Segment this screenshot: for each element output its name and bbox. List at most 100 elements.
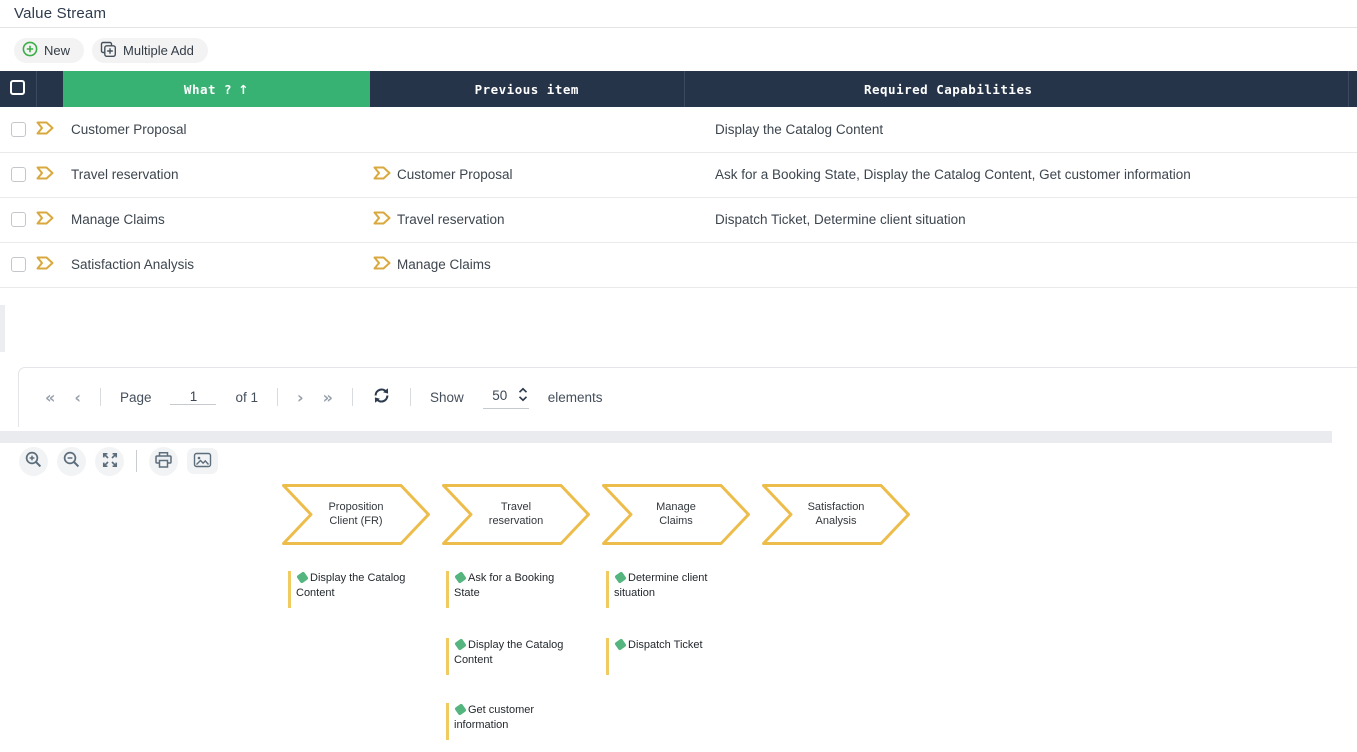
refresh-button[interactable]: [372, 386, 391, 409]
value-stream-chevron-icon: [373, 211, 391, 228]
refresh-icon: [372, 386, 391, 409]
new-button[interactable]: New: [14, 38, 84, 63]
diagram-stage[interactable]: Manage Claims: [602, 484, 750, 545]
stacked-plus-squares-icon: [100, 41, 117, 61]
divider: [277, 388, 278, 406]
what-cell[interactable]: Manage Claims: [63, 197, 370, 242]
previous-item-cell[interactable]: Customer Proposal: [370, 152, 684, 197]
stage-label: Satisfaction Analysis: [800, 484, 872, 545]
divider: [100, 388, 101, 406]
divider: [410, 388, 411, 406]
action-toolbar: New Multiple Add: [0, 28, 1357, 71]
export-image-button[interactable]: [187, 448, 218, 474]
value-stream-chevron-icon: [36, 211, 54, 228]
diagram-scrollbar-track[interactable]: [0, 431, 1332, 443]
stage-label: Proposition Client (FR): [320, 484, 392, 545]
row-checkbox[interactable]: [11, 122, 26, 137]
page-number-input[interactable]: [170, 389, 216, 405]
header-filler-end: [1348, 71, 1357, 107]
zoom-in-button[interactable]: [19, 447, 48, 476]
row-checkbox[interactable]: [11, 257, 26, 272]
capability-item[interactable]: Ask for a Booking State: [446, 571, 568, 608]
page-size-input[interactable]: [483, 388, 517, 403]
multiple-add-button[interactable]: Multiple Add: [92, 38, 208, 63]
value-stream-chevron-icon: [373, 166, 391, 183]
capability-diamond-icon: [454, 703, 467, 716]
capability-item[interactable]: Determine client situation: [606, 571, 728, 608]
print-button[interactable]: [149, 447, 178, 476]
show-label: Show: [430, 390, 464, 405]
row-checkbox[interactable]: [11, 212, 26, 227]
page-label: Page: [120, 390, 152, 405]
capabilities-cell: [684, 242, 1357, 287]
column-header-previous-item[interactable]: Previous item: [370, 71, 684, 107]
magnifier-plus-icon: [24, 450, 43, 472]
row-checkbox-cell: [0, 242, 36, 287]
capability-item[interactable]: Dispatch Ticket: [606, 638, 728, 675]
diagram-stage[interactable]: Travel reservation: [442, 484, 590, 545]
what-cell[interactable]: Customer Proposal: [63, 107, 370, 152]
elements-label: elements: [548, 390, 603, 405]
what-cell[interactable]: Satisfaction Analysis: [63, 242, 370, 287]
diagram-stage[interactable]: Proposition Client (FR): [282, 484, 430, 545]
diagram-stage[interactable]: Satisfaction Analysis: [762, 484, 910, 545]
first-page-button[interactable]: «: [45, 388, 55, 407]
stage-label: Travel reservation: [480, 484, 552, 545]
what-cell[interactable]: Travel reservation: [63, 152, 370, 197]
column-header-what[interactable]: What ?↑: [63, 71, 370, 107]
header-filler: [1212, 71, 1348, 107]
last-page-button[interactable]: »: [323, 388, 333, 407]
capability-diamond-icon: [614, 571, 627, 584]
value-stream-chevron-icon: [36, 166, 54, 183]
page-title: Value Stream: [14, 5, 1343, 22]
next-page-button[interactable]: ›: [297, 388, 304, 407]
capabilities-cell: Display the Catalog Content: [684, 107, 1357, 152]
select-all-cell: [0, 71, 36, 107]
row-checkbox-cell: [0, 197, 36, 242]
page-size-stepper[interactable]: [483, 386, 529, 409]
value-stream-diagram: Proposition Client (FR) Travel reservati…: [0, 479, 1357, 752]
value-stream-table: What ?↑ Previous item Required Capabilit…: [0, 71, 1357, 288]
capability-label: Determine client situation: [614, 572, 707, 599]
table-row[interactable]: Customer Proposal Display the Catalog Co…: [0, 107, 1357, 152]
capability-item[interactable]: Get customer information: [446, 703, 568, 740]
row-marker-cell: [36, 107, 63, 152]
new-button-label: New: [44, 43, 70, 58]
multiple-add-button-label: Multiple Add: [123, 43, 194, 58]
printer-icon: [154, 451, 173, 472]
value-stream-chevron-icon: [36, 256, 54, 273]
table-row[interactable]: Travel reservation Customer Proposal Ask…: [0, 152, 1357, 197]
select-all-checkbox[interactable]: [10, 80, 25, 95]
table-row[interactable]: Manage Claims Travel reservation Dispatc…: [0, 197, 1357, 242]
stage-label: Manage Claims: [640, 484, 712, 545]
previous-item-label: Travel reservation: [397, 212, 505, 227]
capability-label: Dispatch Ticket: [628, 639, 703, 651]
column-header-previous-label: Previous item: [475, 82, 579, 97]
diagram-toolbar: [19, 447, 1357, 476]
value-stream-chevron-icon: [373, 256, 391, 273]
column-header-required-capabilities[interactable]: Required Capabilities: [684, 71, 1212, 107]
previous-item-cell: [370, 107, 684, 152]
previous-item-cell[interactable]: Travel reservation: [370, 197, 684, 242]
table-row[interactable]: Satisfaction Analysis Manage Claims: [0, 242, 1357, 287]
plus-circle-icon: [22, 41, 38, 60]
previous-page-button[interactable]: ‹: [74, 388, 81, 407]
capabilities-cell: Ask for a Booking State, Display the Cat…: [684, 152, 1357, 197]
fit-to-screen-button[interactable]: [95, 447, 124, 476]
row-checkbox[interactable]: [11, 167, 26, 182]
previous-item-cell[interactable]: Manage Claims: [370, 242, 684, 287]
scrollbar-sliver: [0, 305, 5, 352]
zoom-out-button[interactable]: [57, 447, 86, 476]
pagination-bar: « ‹ Page of 1 › » Show elements: [18, 367, 1357, 427]
page-header: Value Stream: [0, 0, 1357, 28]
column-header-what-label: What ?: [184, 82, 232, 97]
row-checkbox-cell: [0, 107, 36, 152]
row-marker-cell: [36, 242, 63, 287]
row-checkbox-cell: [0, 152, 36, 197]
expand-arrows-icon: [101, 451, 119, 472]
capability-item[interactable]: Display the Catalog Content: [288, 571, 410, 608]
page-count-label: of 1: [235, 390, 258, 405]
capability-label: Ask for a Booking State: [454, 572, 554, 599]
capabilities-cell: Dispatch Ticket, Determine client situat…: [684, 197, 1357, 242]
capability-item[interactable]: Display the Catalog Content: [446, 638, 568, 675]
